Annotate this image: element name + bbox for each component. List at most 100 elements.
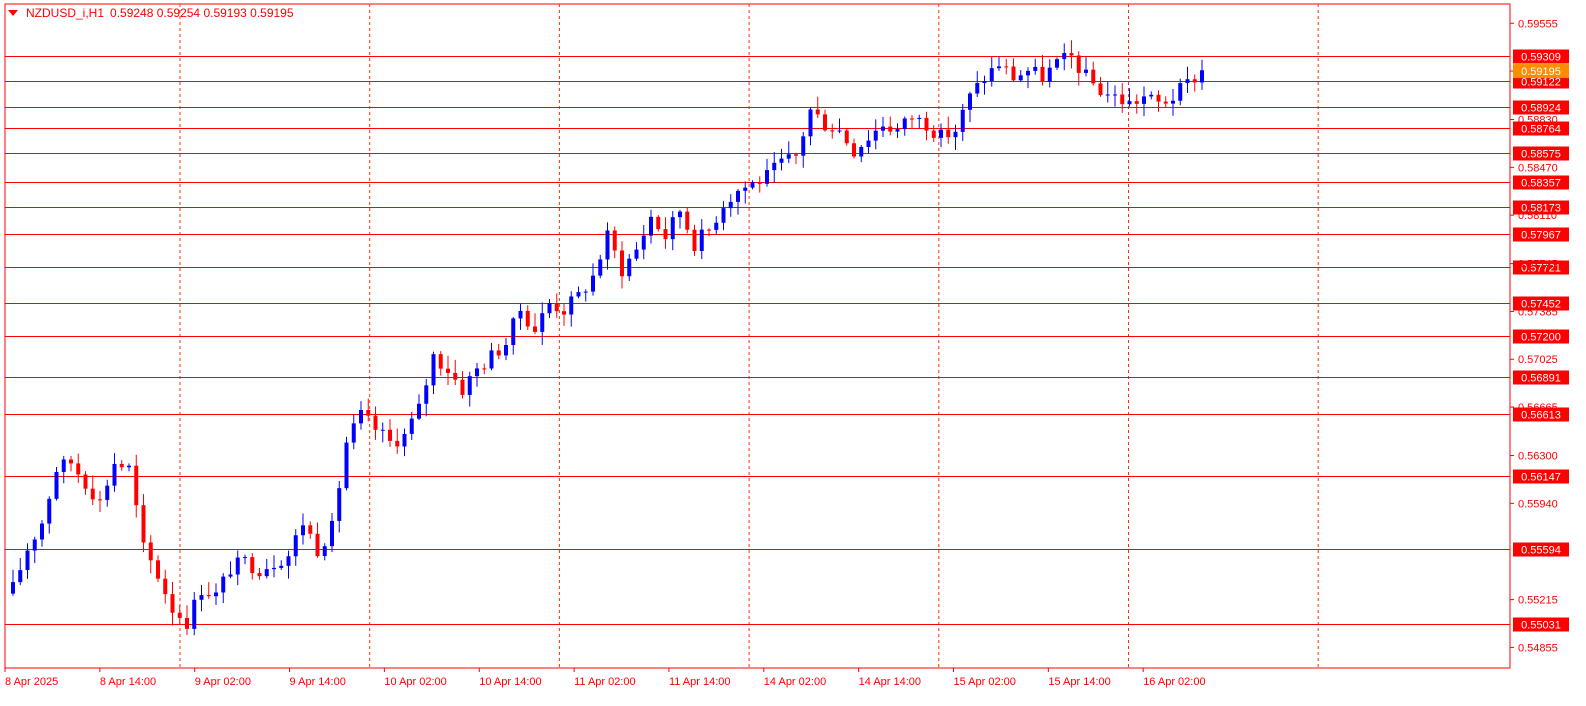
candle-body[interactable] — [228, 574, 233, 577]
candle-body[interactable] — [518, 310, 523, 319]
candle-body[interactable] — [134, 465, 139, 506]
candle-body[interactable] — [127, 465, 131, 468]
candle-body[interactable] — [1076, 55, 1081, 73]
candle-body[interactable] — [779, 158, 784, 163]
candle-body[interactable] — [554, 303, 559, 312]
candle-body[interactable] — [823, 114, 827, 131]
candle-body[interactable] — [685, 211, 690, 230]
candle-body[interactable] — [707, 229, 711, 231]
candle-body[interactable] — [380, 429, 385, 431]
candle-body[interactable] — [982, 81, 987, 84]
candle-body[interactable] — [605, 230, 610, 260]
candle-body[interactable] — [678, 211, 682, 218]
candle-body[interactable] — [489, 350, 494, 369]
candle-body[interactable] — [750, 182, 755, 188]
candle-body[interactable] — [917, 117, 922, 119]
candle-body[interactable] — [634, 249, 639, 259]
candle-body[interactable] — [881, 126, 885, 131]
candle-body[interactable] — [112, 463, 117, 486]
candle-body[interactable] — [946, 129, 951, 138]
candle-body[interactable] — [460, 379, 465, 395]
candle-body[interactable] — [1171, 100, 1175, 104]
candle-body[interactable] — [583, 291, 588, 293]
candle-body[interactable] — [540, 313, 545, 332]
candle-body[interactable] — [388, 429, 392, 441]
candle-body[interactable] — [728, 201, 733, 209]
candle-body[interactable] — [163, 578, 168, 595]
candle-body[interactable] — [119, 463, 124, 468]
candle-body[interactable] — [1047, 67, 1052, 82]
candle-body[interactable] — [1120, 94, 1125, 105]
candle-body[interactable] — [409, 418, 414, 434]
candle-body[interactable] — [924, 117, 929, 131]
candle-body[interactable] — [11, 582, 15, 594]
candle-body[interactable] — [322, 546, 327, 557]
candle-body[interactable] — [533, 326, 537, 332]
candle-body[interactable] — [1185, 79, 1190, 84]
candle-body[interactable] — [1192, 79, 1197, 83]
candle-body[interactable] — [873, 130, 878, 141]
candle-body[interactable] — [620, 250, 624, 277]
chart-window[interactable]: 0.59309 0.59122 0.58924 0.58764 0.58575 0.583… — [0, 0, 1586, 703]
candle-body[interactable] — [968, 93, 972, 110]
candle-body[interactable] — [482, 368, 487, 370]
candle-body[interactable] — [1156, 94, 1161, 102]
candle-body[interactable] — [562, 311, 566, 315]
candle-body[interactable] — [18, 570, 23, 583]
candle-body[interactable] — [1149, 94, 1154, 97]
candle-body[interactable] — [177, 612, 182, 618]
candle-body[interactable] — [250, 557, 255, 574]
candle-body[interactable] — [895, 129, 900, 132]
candle-body[interactable] — [670, 217, 675, 240]
candle-body[interactable] — [366, 410, 371, 416]
candle-body[interactable] — [576, 292, 581, 297]
candle-body[interactable] — [1055, 59, 1059, 68]
candle-body[interactable] — [997, 66, 1001, 69]
candle-body[interactable] — [815, 109, 820, 115]
candle-body[interactable] — [714, 222, 719, 230]
candle-body[interactable] — [344, 442, 349, 489]
candle-body[interactable] — [721, 208, 726, 223]
candle-body[interactable] — [591, 275, 595, 292]
candle-body[interactable] — [98, 499, 102, 501]
candle-body[interactable] — [199, 595, 204, 600]
candle-body[interactable] — [837, 130, 842, 132]
candle-body[interactable] — [772, 162, 777, 171]
candle-body[interactable] — [54, 471, 59, 499]
candle-body[interactable] — [1069, 53, 1074, 56]
candle-body[interactable] — [1178, 83, 1183, 101]
candle-body[interactable] — [844, 130, 849, 144]
candle-body[interactable] — [547, 303, 552, 314]
candle-body[interactable] — [264, 569, 269, 577]
candle-body[interactable] — [148, 542, 153, 561]
candle-body[interactable] — [699, 229, 704, 251]
candle-body[interactable] — [156, 560, 160, 579]
candle-body[interactable] — [859, 146, 864, 157]
candle-body[interactable] — [649, 216, 653, 236]
candle-body[interactable] — [692, 229, 697, 251]
candle-body[interactable] — [1033, 66, 1038, 71]
candle-body[interactable] — [656, 216, 661, 230]
candle-body[interactable] — [337, 488, 342, 521]
candle-body[interactable] — [1084, 69, 1088, 73]
candle-body[interactable] — [931, 130, 936, 138]
candle-body[interactable] — [32, 539, 37, 551]
candle-body[interactable] — [569, 296, 574, 315]
candle-body[interactable] — [286, 556, 291, 566]
candle-body[interactable] — [105, 485, 110, 500]
candle-body[interactable] — [511, 318, 516, 345]
candle-body[interactable] — [417, 403, 421, 419]
candle-body[interactable] — [960, 109, 965, 132]
candle-body[interactable] — [315, 533, 320, 557]
candle-body[interactable] — [989, 68, 994, 82]
candle-body[interactable] — [214, 592, 218, 597]
candle-body[interactable] — [1105, 94, 1110, 96]
candle-body[interactable] — [90, 488, 95, 500]
candle-body[interactable] — [504, 344, 508, 356]
candle-body[interactable] — [40, 523, 44, 540]
candle-body[interactable] — [293, 535, 298, 557]
candle-body[interactable] — [221, 576, 226, 593]
candle-body[interactable] — [351, 423, 356, 443]
candle-body[interactable] — [975, 83, 980, 94]
candle-body[interactable] — [496, 350, 501, 356]
